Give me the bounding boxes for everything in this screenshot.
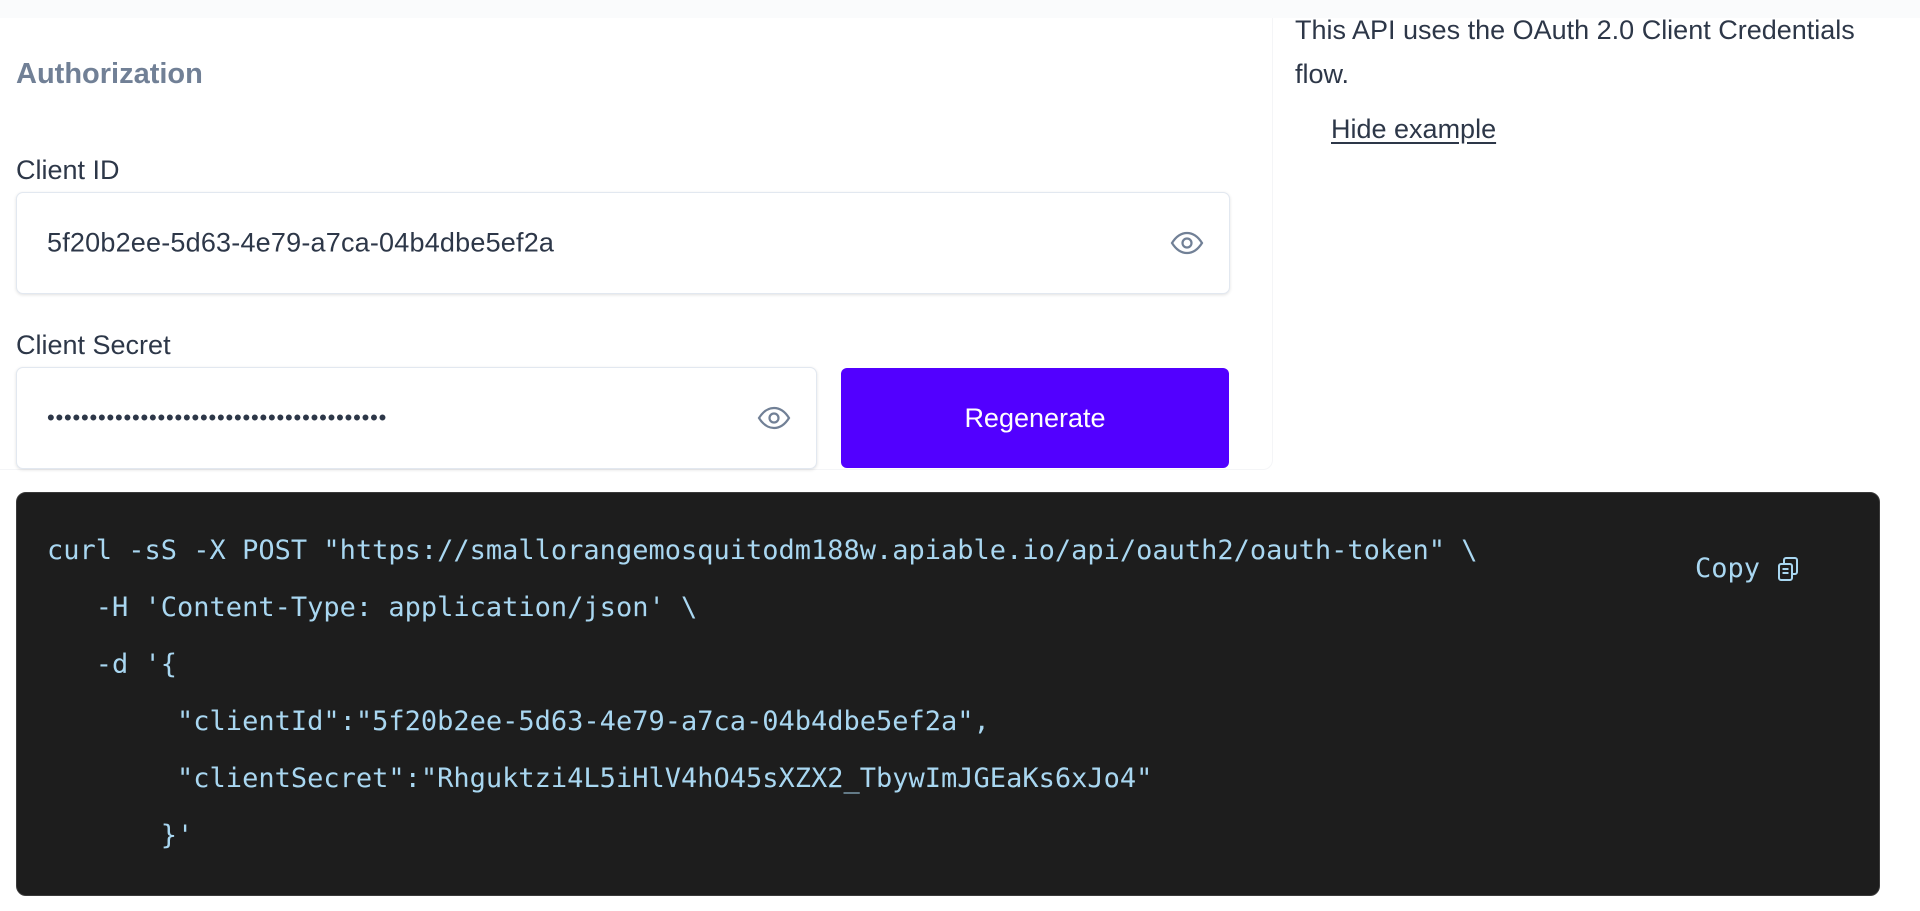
client-secret-label: Client Secret bbox=[16, 330, 171, 360]
client-id-value: 5f20b2ee-5d63-4e79-a7ca-04b4dbe5ef2a bbox=[47, 227, 555, 258]
code-line: "clientId":"5f20b2ee-5d63-4e79-a7ca-04b4… bbox=[47, 706, 990, 737]
code-line: curl -sS -X POST "https://smallorangemos… bbox=[47, 535, 1478, 566]
curl-code-block[interactable]: curl -sS -X POST "https://smallorangemos… bbox=[16, 492, 1880, 896]
code-line: -H 'Content-Type: application/json' \ bbox=[47, 592, 698, 623]
code-line: }' bbox=[47, 820, 194, 851]
regenerate-button[interactable]: Regenerate bbox=[841, 368, 1229, 468]
client-secret-masked-value: •••••••••••••••••••••••••••••••••••••••• bbox=[47, 405, 388, 430]
eye-icon[interactable] bbox=[754, 398, 794, 438]
eye-icon[interactable] bbox=[1167, 223, 1207, 263]
copy-button[interactable]: Copy bbox=[1695, 553, 1802, 584]
copy-label: Copy bbox=[1695, 553, 1761, 584]
client-id-field[interactable]: 5f20b2ee-5d63-4e79-a7ca-04b4dbe5ef2a bbox=[16, 192, 1230, 294]
authorization-heading: Authorization bbox=[16, 58, 203, 90]
oauth-flow-description: This API uses the OAuth 2.0 Client Crede… bbox=[1295, 15, 1855, 89]
page: Authorization Client ID 5f20b2ee-5d63-4e… bbox=[0, 0, 1920, 911]
code-line: "clientSecret":"Rhguktzi4L5iHlV4hO45sXZX… bbox=[47, 763, 1153, 794]
client-id-label: Client ID bbox=[16, 155, 120, 185]
code-line: -d '{ bbox=[47, 649, 178, 680]
hide-example-link[interactable]: Hide example bbox=[1331, 114, 1496, 145]
clipboard-icon bbox=[1774, 555, 1802, 583]
client-secret-field[interactable]: •••••••••••••••••••••••••••••••••••••••• bbox=[16, 367, 817, 469]
